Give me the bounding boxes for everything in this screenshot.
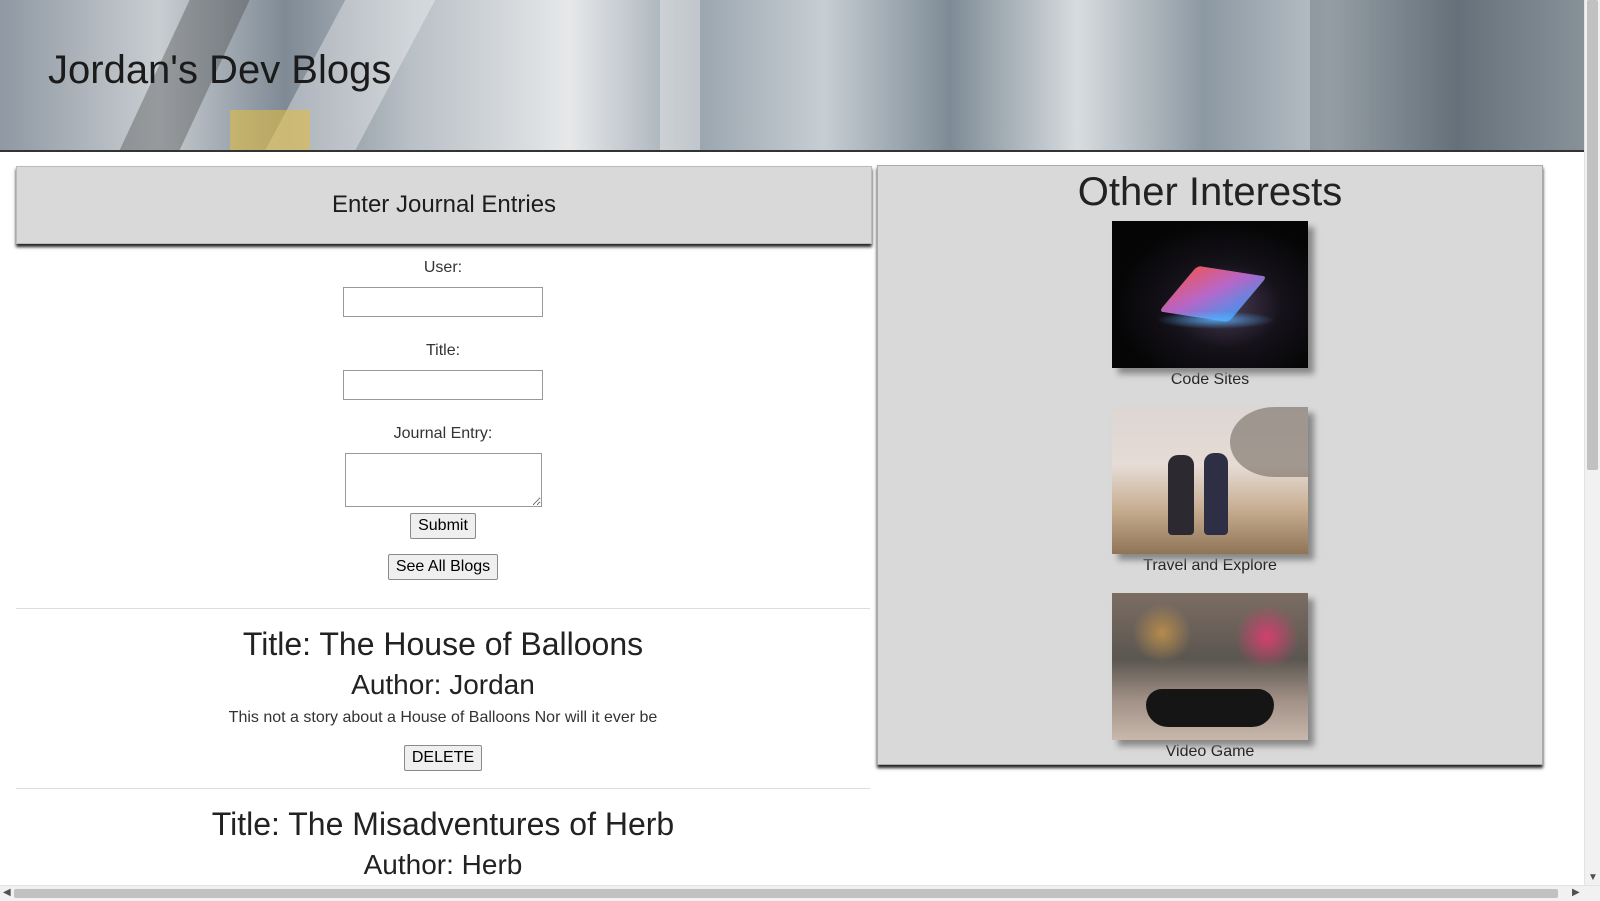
horizontal-scroll-thumb[interactable]	[14, 889, 1558, 898]
interest-caption: Video Game	[1165, 743, 1255, 760]
blog-post: Title: The Misadventures of Herb Author:…	[16, 788, 870, 881]
post-body: This not a story about a House of Balloo…	[228, 709, 658, 726]
beach-walkers-image[interactable]	[1112, 407, 1308, 554]
journal-entry-textarea[interactable]	[344, 453, 542, 507]
blog-post-list: Title: The House of Balloons Author: Jor…	[16, 608, 870, 881]
laptop-image[interactable]	[1112, 221, 1308, 368]
journal-heading: Enter Journal Entries	[331, 191, 557, 218]
vertical-scrollbar[interactable]: ▼	[1584, 0, 1600, 900]
scroll-right-arrow-icon[interactable]: ▶	[1572, 887, 1580, 898]
blog-post: Title: The House of Balloons Author: Jor…	[16, 608, 870, 788]
journal-entry-label: Journal Entry:	[393, 425, 493, 442]
user-label: User:	[423, 259, 463, 276]
interest-item-travel[interactable]: Travel and Explore	[1112, 407, 1308, 575]
game-controller-image[interactable]	[1112, 593, 1308, 740]
delete-button[interactable]: DELETE	[403, 745, 483, 771]
interest-caption: Code Sites	[1170, 371, 1250, 388]
interests-heading: Other Interests	[1077, 170, 1343, 214]
post-title: Title: The House of Balloons	[242, 626, 644, 662]
site-title: Jordan's Dev Blogs	[48, 48, 392, 92]
journal-form: User: Title: Journal Entry: Submit See A…	[16, 250, 870, 580]
journal-entry-card: Enter Journal Entries	[16, 166, 872, 244]
user-input[interactable]	[343, 287, 543, 317]
title-label: Title:	[425, 342, 461, 359]
other-interests-panel: Other Interests Code Sites Travel and Ex…	[877, 165, 1543, 765]
interest-item-video-game[interactable]: Video Game	[1112, 593, 1308, 761]
vertical-scroll-thumb[interactable]	[1587, 0, 1598, 470]
title-input[interactable]	[343, 370, 543, 400]
submit-button[interactable]: Submit	[410, 513, 476, 539]
see-all-blogs-button[interactable]: See All Blogs	[387, 554, 499, 580]
horizontal-scrollbar[interactable]: ◀ ▶	[0, 885, 1600, 901]
site-header: Jordan's Dev Blogs	[0, 0, 1584, 152]
post-author: Author: Jordan	[351, 669, 535, 700]
scroll-left-arrow-icon[interactable]: ◀	[3, 887, 11, 898]
interest-caption: Travel and Explore	[1143, 557, 1277, 574]
post-author: Author: Herb	[363, 849, 523, 880]
interest-item-code-sites[interactable]: Code Sites	[1112, 221, 1308, 389]
scroll-down-arrow-icon[interactable]: ▼	[1588, 872, 1598, 883]
post-title: Title: The Misadventures of Herb	[211, 806, 675, 842]
